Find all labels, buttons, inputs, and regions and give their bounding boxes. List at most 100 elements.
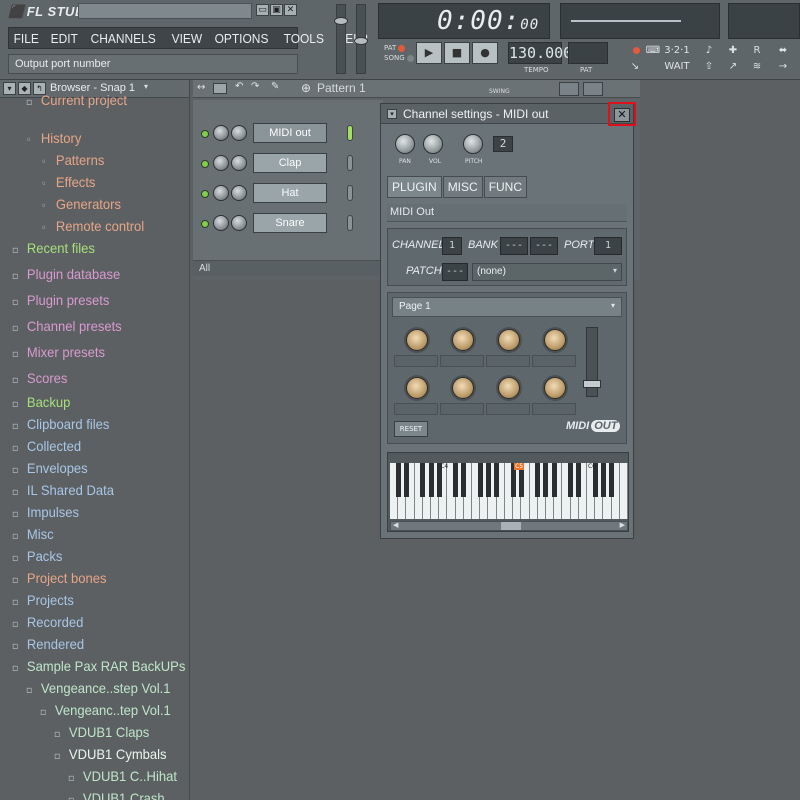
browser-item[interactable]: ▫ Packs	[12, 548, 62, 568]
channel-button[interactable]: Hat	[253, 183, 327, 203]
menu-edit[interactable]: EDIT	[46, 31, 82, 46]
link-icon[interactable]: →	[774, 60, 792, 74]
controller-knob[interactable]	[452, 377, 474, 399]
browser-item[interactable]: ▫ Sample Pax RAR BackUPs	[12, 658, 185, 678]
browser-item[interactable]: ▫ Plugin presets	[12, 292, 109, 312]
browser-item[interactable]: ▫ Misc	[12, 526, 54, 546]
browser-item[interactable]: ▫ Scores	[12, 370, 67, 390]
black-key[interactable]	[485, 463, 491, 497]
controller-knob[interactable]	[452, 329, 474, 351]
window-title-strip[interactable]	[78, 3, 252, 19]
pat-mode-toggle[interactable]: PAT	[384, 44, 406, 52]
window-menu-icon[interactable]: ▾	[387, 109, 397, 119]
pitch-range-display[interactable]: 2	[493, 136, 513, 152]
bank-msb-field[interactable]: ---	[500, 237, 528, 255]
keyboard-scrollbar[interactable]: ◀ ▶	[390, 521, 628, 531]
add-pattern-icon[interactable]: ⊕	[301, 81, 311, 95]
channel-select-indicator[interactable]	[347, 155, 353, 171]
midi-channel-field[interactable]: 1	[442, 237, 462, 255]
stop-button[interactable]: ■	[444, 42, 470, 64]
controller-knob[interactable]	[498, 329, 520, 351]
metronome-icon[interactable]: ♪	[700, 44, 718, 58]
controller-knob[interactable]	[544, 377, 566, 399]
black-key[interactable]	[543, 463, 549, 497]
browser-item[interactable]: ▫ Mixer presets	[12, 344, 105, 364]
graph-view-icon[interactable]	[213, 83, 227, 94]
song-mode-toggle[interactable]: SONG	[384, 54, 414, 62]
chevron-down-icon[interactable]: ▾	[144, 82, 148, 91]
browser-item[interactable]: ▫ Plugin database	[12, 266, 120, 286]
black-key[interactable]	[576, 463, 582, 497]
channel-button[interactable]: Snare	[253, 213, 327, 233]
channel-volume-knob[interactable]	[231, 215, 247, 231]
browser-item[interactable]: ▫ Projects	[12, 592, 74, 612]
channel-select-indicator[interactable]	[347, 215, 353, 231]
record-button[interactable]: ●	[472, 42, 498, 64]
overdub-icon[interactable]: ↗	[724, 60, 742, 74]
close-window-icon[interactable]: ✕	[284, 4, 297, 16]
browser-item[interactable]: ▫ VDUB1 C..Hihat	[68, 768, 177, 788]
minimize-icon[interactable]: ▭	[256, 4, 269, 16]
black-key[interactable]	[403, 463, 409, 497]
browser-item[interactable]: ▫ Vengeanc..tep Vol.1	[40, 702, 171, 722]
channel-button[interactable]: MIDI out	[253, 123, 327, 143]
black-key[interactable]	[494, 463, 500, 497]
channel-filter[interactable]: All	[193, 260, 383, 276]
browser-item[interactable]: ▫ Backup	[12, 394, 70, 414]
controller-knob[interactable]	[406, 377, 428, 399]
channel-volume-knob[interactable]	[231, 185, 247, 201]
white-key[interactable]	[619, 463, 628, 519]
slider-knob[interactable]	[334, 17, 348, 25]
black-key[interactable]	[477, 463, 483, 497]
browser-item[interactable]: ▫ Channel presets	[12, 318, 122, 338]
volume-knob[interactable]	[423, 134, 443, 154]
step-edit-icon[interactable]: ⬌	[774, 44, 792, 58]
black-key[interactable]	[609, 463, 615, 497]
black-key[interactable]	[535, 463, 541, 497]
master-pitch-slider[interactable]	[354, 4, 368, 74]
menu-tools[interactable]: TOOLS	[279, 31, 329, 46]
redo-icon[interactable]: ↷	[251, 81, 259, 92]
browser-item[interactable]: ◦ Remote control	[41, 218, 144, 238]
channel-mute-led-icon[interactable]	[201, 130, 209, 138]
midi-port-field[interactable]: 1	[594, 237, 622, 255]
pattern-selector[interactable]: Pattern 1	[317, 81, 366, 95]
black-key[interactable]	[600, 463, 606, 497]
maximize-icon[interactable]: ▣	[270, 4, 283, 16]
resize-icon[interactable]: ↔	[197, 82, 205, 93]
browser-item[interactable]: ◦ History	[26, 130, 81, 150]
channel-mute-led-icon[interactable]	[201, 220, 209, 228]
controller-slider[interactable]	[583, 327, 601, 397]
browser-item[interactable]: ▫ VDUB1 Claps	[54, 724, 149, 744]
scroll-right-icon[interactable]: ▶	[620, 521, 625, 529]
controller-knob[interactable]	[544, 329, 566, 351]
snap-icon[interactable]: ⇧	[700, 60, 718, 74]
browser-item[interactable]: ▫ Envelopes	[12, 460, 88, 480]
channel-pan-knob[interactable]	[213, 185, 229, 201]
channel-volume-knob[interactable]	[231, 155, 247, 171]
piano-keys[interactable]: C4 C5 C6	[390, 463, 628, 519]
black-key[interactable]	[420, 463, 426, 497]
menu-options[interactable]: OPTIONS	[210, 31, 273, 46]
browser-item[interactable]: ▫ Recent files	[12, 240, 95, 260]
channel-pan-knob[interactable]	[213, 125, 229, 141]
loop-record-icon[interactable]: R	[748, 44, 766, 58]
menu-channels[interactable]: CHANNELS	[86, 31, 160, 46]
browser-item[interactable]: ▫ IL Shared Data	[12, 482, 114, 502]
channel-select-indicator[interactable]	[347, 125, 353, 141]
scroll-thumb[interactable]	[501, 522, 521, 530]
menu-view[interactable]: VIEW	[167, 31, 207, 46]
channel-pan-knob[interactable]	[213, 215, 229, 231]
bank-lsb-field[interactable]: ---	[530, 237, 558, 255]
black-key[interactable]	[551, 463, 557, 497]
tempo-tap-icon[interactable]: ↘	[626, 60, 644, 74]
controller-knob[interactable]	[498, 377, 520, 399]
graph-editor-icon[interactable]	[559, 82, 579, 96]
channel-pan-knob[interactable]	[213, 155, 229, 171]
black-key[interactable]	[568, 463, 574, 497]
channel-select-indicator[interactable]	[347, 185, 353, 201]
channel-mute-led-icon[interactable]	[201, 190, 209, 198]
browser-menu-icon[interactable]: ▾	[3, 82, 16, 95]
tempo-display[interactable]: 130.000	[508, 42, 572, 64]
blend-notes-icon[interactable]: ✚	[724, 44, 742, 58]
